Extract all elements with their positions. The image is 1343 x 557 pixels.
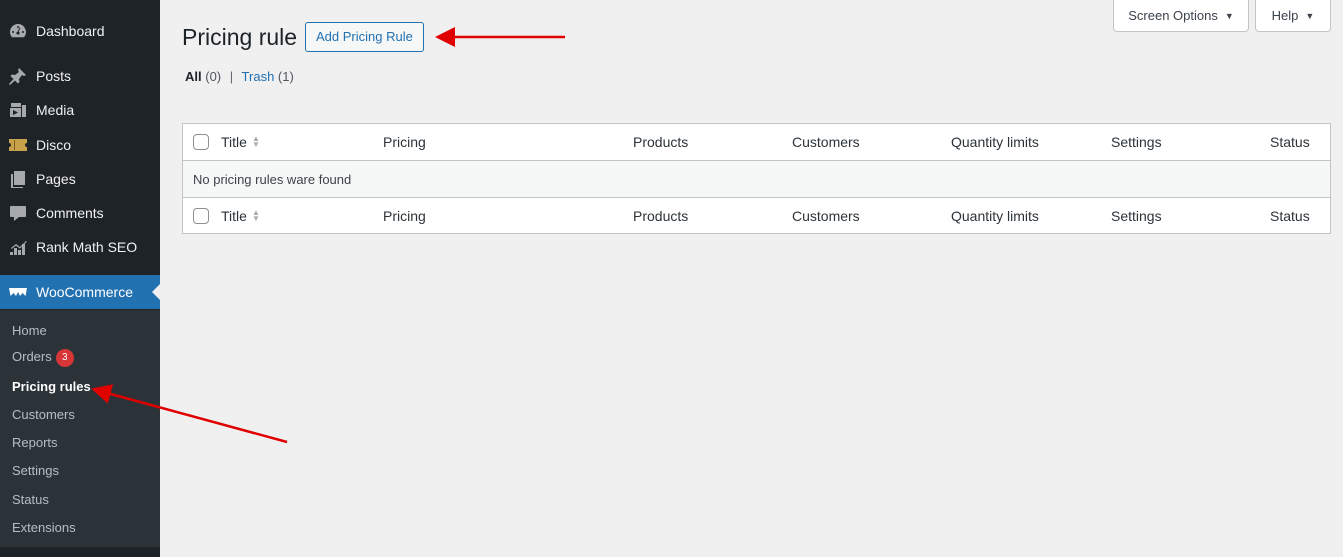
menu-label: Media [36, 102, 75, 118]
menu-label: WooCommerce [36, 284, 133, 300]
column-label: Customers [792, 134, 860, 150]
menu-item-posts[interactable]: Posts [0, 59, 160, 93]
submenu-label: Status [12, 492, 49, 507]
pages-icon [0, 169, 36, 189]
submenu-item-reports[interactable]: Reports [12, 435, 58, 450]
menu-label: Rank Math SEO [36, 239, 138, 255]
column-label: Title [221, 207, 247, 224]
filter-trash[interactable]: Trash [242, 69, 275, 84]
menu-label: Dashboard [36, 23, 105, 39]
submenu-item-extensions[interactable]: Extensions [12, 520, 76, 535]
help-label: Help [1271, 8, 1299, 23]
column-footer-settings: Settings [1111, 198, 1162, 233]
column-footer-products: Products [633, 198, 688, 233]
menu-item-comments[interactable]: Comments [0, 196, 160, 230]
status-filter-links: All (0) | Trash (1) [185, 69, 294, 84]
table-footer-row: Title ▲ ▼ Pricing Products Customers Quant… [183, 197, 1330, 233]
select-all-checkbox[interactable] [193, 134, 209, 150]
column-footer-customers: Customers [792, 198, 860, 233]
submenu-item-home[interactable]: Home [12, 323, 47, 338]
column-label: Quantity limits [951, 207, 1039, 224]
table-header-row: Title ▲ ▼ Pricing Products Customers Quant… [183, 124, 1330, 161]
page-title: Pricing rule [182, 24, 298, 50]
chart-icon [0, 237, 36, 257]
submenu-item-pricing-rules[interactable]: Pricing rules [12, 379, 91, 394]
column-header-pricing: Pricing [383, 124, 426, 160]
select-all-checkbox-footer[interactable] [193, 208, 209, 224]
caret-down-icon: ▼ [1224, 10, 1234, 21]
column-label: Title [221, 134, 247, 150]
menu-label: Pages [36, 171, 76, 187]
media-icon [0, 100, 36, 120]
submenu-label: Extensions [12, 520, 76, 535]
menu-item-disco[interactable]: Disco [0, 128, 160, 162]
column-footer-quantity-limits: Quantity limits [951, 198, 1039, 233]
submenu-item-settings[interactable]: Settings [12, 463, 59, 478]
dashboard-icon [0, 21, 36, 41]
submenu-item-orders[interactable]: Orders 3 [12, 349, 74, 367]
submenu-label: Customers [12, 407, 75, 422]
submenu-item-status[interactable]: Status [12, 492, 49, 507]
caret-down-icon: ▼ [1305, 10, 1315, 21]
filter-all-label: All [185, 69, 202, 84]
menu-label: Disco [36, 137, 72, 153]
column-label: Pricing [383, 134, 426, 150]
submenu-label: Home [12, 323, 47, 338]
menu-item-rank-math-seo[interactable]: Rank Math SEO [0, 230, 160, 264]
submenu-item-customers[interactable]: Customers [12, 407, 75, 422]
filter-all-count: (0) [205, 69, 222, 84]
submenu-label: Pricing rules [12, 379, 91, 394]
sort-arrows-icon: ▲ ▼ [251, 207, 260, 223]
comment-icon [0, 203, 36, 223]
pushpin-icon [0, 66, 36, 86]
screen-options-label: Screen Options [1128, 8, 1218, 23]
no-items-row: No pricing rules ware found [183, 161, 1330, 197]
column-label: Products [633, 134, 689, 150]
help-button[interactable]: Help ▼ [1255, 0, 1331, 32]
sort-arrows-icon: ▲ ▼ [251, 134, 260, 149]
submenu-label: Orders [12, 349, 52, 364]
column-header-status: Status [1270, 124, 1310, 160]
screen-options-button[interactable]: Screen Options ▼ [1113, 0, 1249, 32]
menu-label: Posts [36, 68, 72, 84]
pricing-rules-table: Title ▲ ▼ Pricing Products Customers Quant… [182, 123, 1331, 234]
current-menu-pointer [152, 284, 160, 300]
column-label: Status [1270, 134, 1310, 150]
menu-item-pages[interactable]: Pages [0, 162, 160, 196]
submenu-label: Settings [12, 463, 59, 478]
menu-label: Comments [36, 205, 104, 221]
menu-item-woocommerce[interactable]: WooCommerce [0, 275, 160, 309]
woo-icon [0, 282, 36, 302]
column-header-settings: Settings [1111, 124, 1162, 160]
ticket-icon [0, 135, 36, 155]
column-footer-title[interactable]: Title ▲ ▼ [221, 198, 260, 233]
column-label: Pricing [383, 207, 426, 224]
woocommerce-submenu: Home Orders 3 Pricing rules Customers Rep… [0, 310, 160, 547]
column-label: Products [633, 207, 689, 224]
filter-trash-count: (1) [277, 69, 294, 84]
menu-item-dashboard[interactable]: Dashboard [0, 14, 160, 48]
menu-item-media[interactable]: Media [0, 93, 160, 127]
column-header-products: Products [633, 124, 688, 160]
column-header-title[interactable]: Title ▲ ▼ [221, 124, 260, 160]
filter-separator: | [229, 69, 234, 84]
orders-count-badge: 3 [55, 349, 74, 367]
admin-sidebar: Dashboard Posts Media Disco Pages Commen… [0, 0, 160, 557]
column-label: Settings [1111, 134, 1162, 150]
empty-message: No pricing rules ware found [193, 171, 352, 187]
column-footer-status: Status [1270, 198, 1310, 233]
column-label: Customers [792, 207, 860, 224]
filter-all[interactable]: All [185, 69, 202, 84]
column-label: Settings [1111, 207, 1162, 224]
column-header-customers: Customers [792, 124, 860, 160]
column-footer-pricing: Pricing [383, 198, 426, 233]
column-label: Quantity limits [951, 134, 1039, 150]
add-pricing-rule-button[interactable]: Add Pricing Rule [305, 22, 424, 52]
column-label: Status [1270, 207, 1310, 224]
column-header-quantity-limits: Quantity limits [951, 124, 1039, 160]
submenu-label: Reports [12, 435, 58, 450]
